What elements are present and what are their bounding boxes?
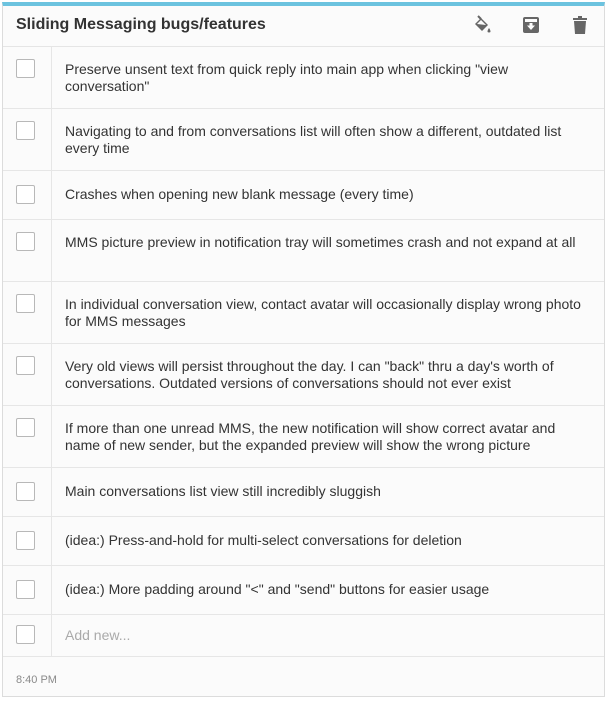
note-title[interactable]: Sliding Messaging bugs/features (16, 16, 266, 34)
list-item: Very old views will persist throughout t… (3, 344, 604, 406)
trash-icon[interactable] (569, 14, 591, 36)
checkbox[interactable] (16, 625, 35, 644)
checkbox[interactable] (16, 232, 35, 251)
checkbox[interactable] (16, 531, 35, 550)
checklist: Preserve unsent text from quick reply in… (3, 47, 604, 657)
checkbox[interactable] (16, 356, 35, 375)
list-item-text[interactable]: Preserve unsent text from quick reply in… (65, 47, 586, 95)
list-item: Crashes when opening new blank message (… (3, 171, 604, 220)
paint-bucket-icon[interactable] (471, 14, 493, 36)
note-card: Sliding Messaging bugs/features Preserve… (2, 2, 605, 697)
list-item: If more than one unread MMS, the new not… (3, 406, 604, 468)
list-item-text[interactable]: Very old views will persist throughout t… (65, 344, 586, 392)
archive-icon[interactable] (520, 14, 542, 36)
checkbox[interactable] (16, 482, 35, 501)
list-item-text[interactable]: (idea:) Press-and-hold for multi-select … (65, 517, 586, 549)
list-item: Preserve unsent text from quick reply in… (3, 47, 604, 109)
note-header: Sliding Messaging bugs/features (3, 6, 604, 47)
list-item: (idea:) Press-and-hold for multi-select … (3, 517, 604, 566)
checkbox[interactable] (16, 185, 35, 204)
list-item-text[interactable]: If more than one unread MMS, the new not… (65, 406, 586, 454)
list-item-text[interactable]: (idea:) More padding around "<" and "sen… (65, 566, 586, 598)
list-item-text[interactable]: Navigating to and from conversations lis… (65, 109, 586, 157)
list-item: MMS picture preview in notification tray… (3, 220, 604, 282)
timestamp: 8:40 PM (16, 674, 57, 686)
list-item-text[interactable]: In individual conversation view, contact… (65, 282, 586, 330)
list-item-text[interactable]: Main conversations list view still incre… (65, 468, 586, 500)
checkbox[interactable] (16, 580, 35, 599)
list-item: Navigating to and from conversations lis… (3, 109, 604, 171)
checkbox[interactable] (16, 121, 35, 140)
list-item: (idea:) More padding around "<" and "sen… (3, 566, 604, 615)
list-item: Main conversations list view still incre… (3, 468, 604, 517)
add-new-item: Add new... (3, 615, 604, 657)
checkbox[interactable] (16, 59, 35, 78)
add-new-input[interactable]: Add new... (65, 615, 586, 644)
list-item-text[interactable]: Crashes when opening new blank message (… (65, 171, 586, 203)
checkbox[interactable] (16, 294, 35, 313)
list-item: In individual conversation view, contact… (3, 282, 604, 344)
checkbox[interactable] (16, 418, 35, 437)
list-item-text[interactable]: MMS picture preview in notification tray… (65, 220, 586, 251)
